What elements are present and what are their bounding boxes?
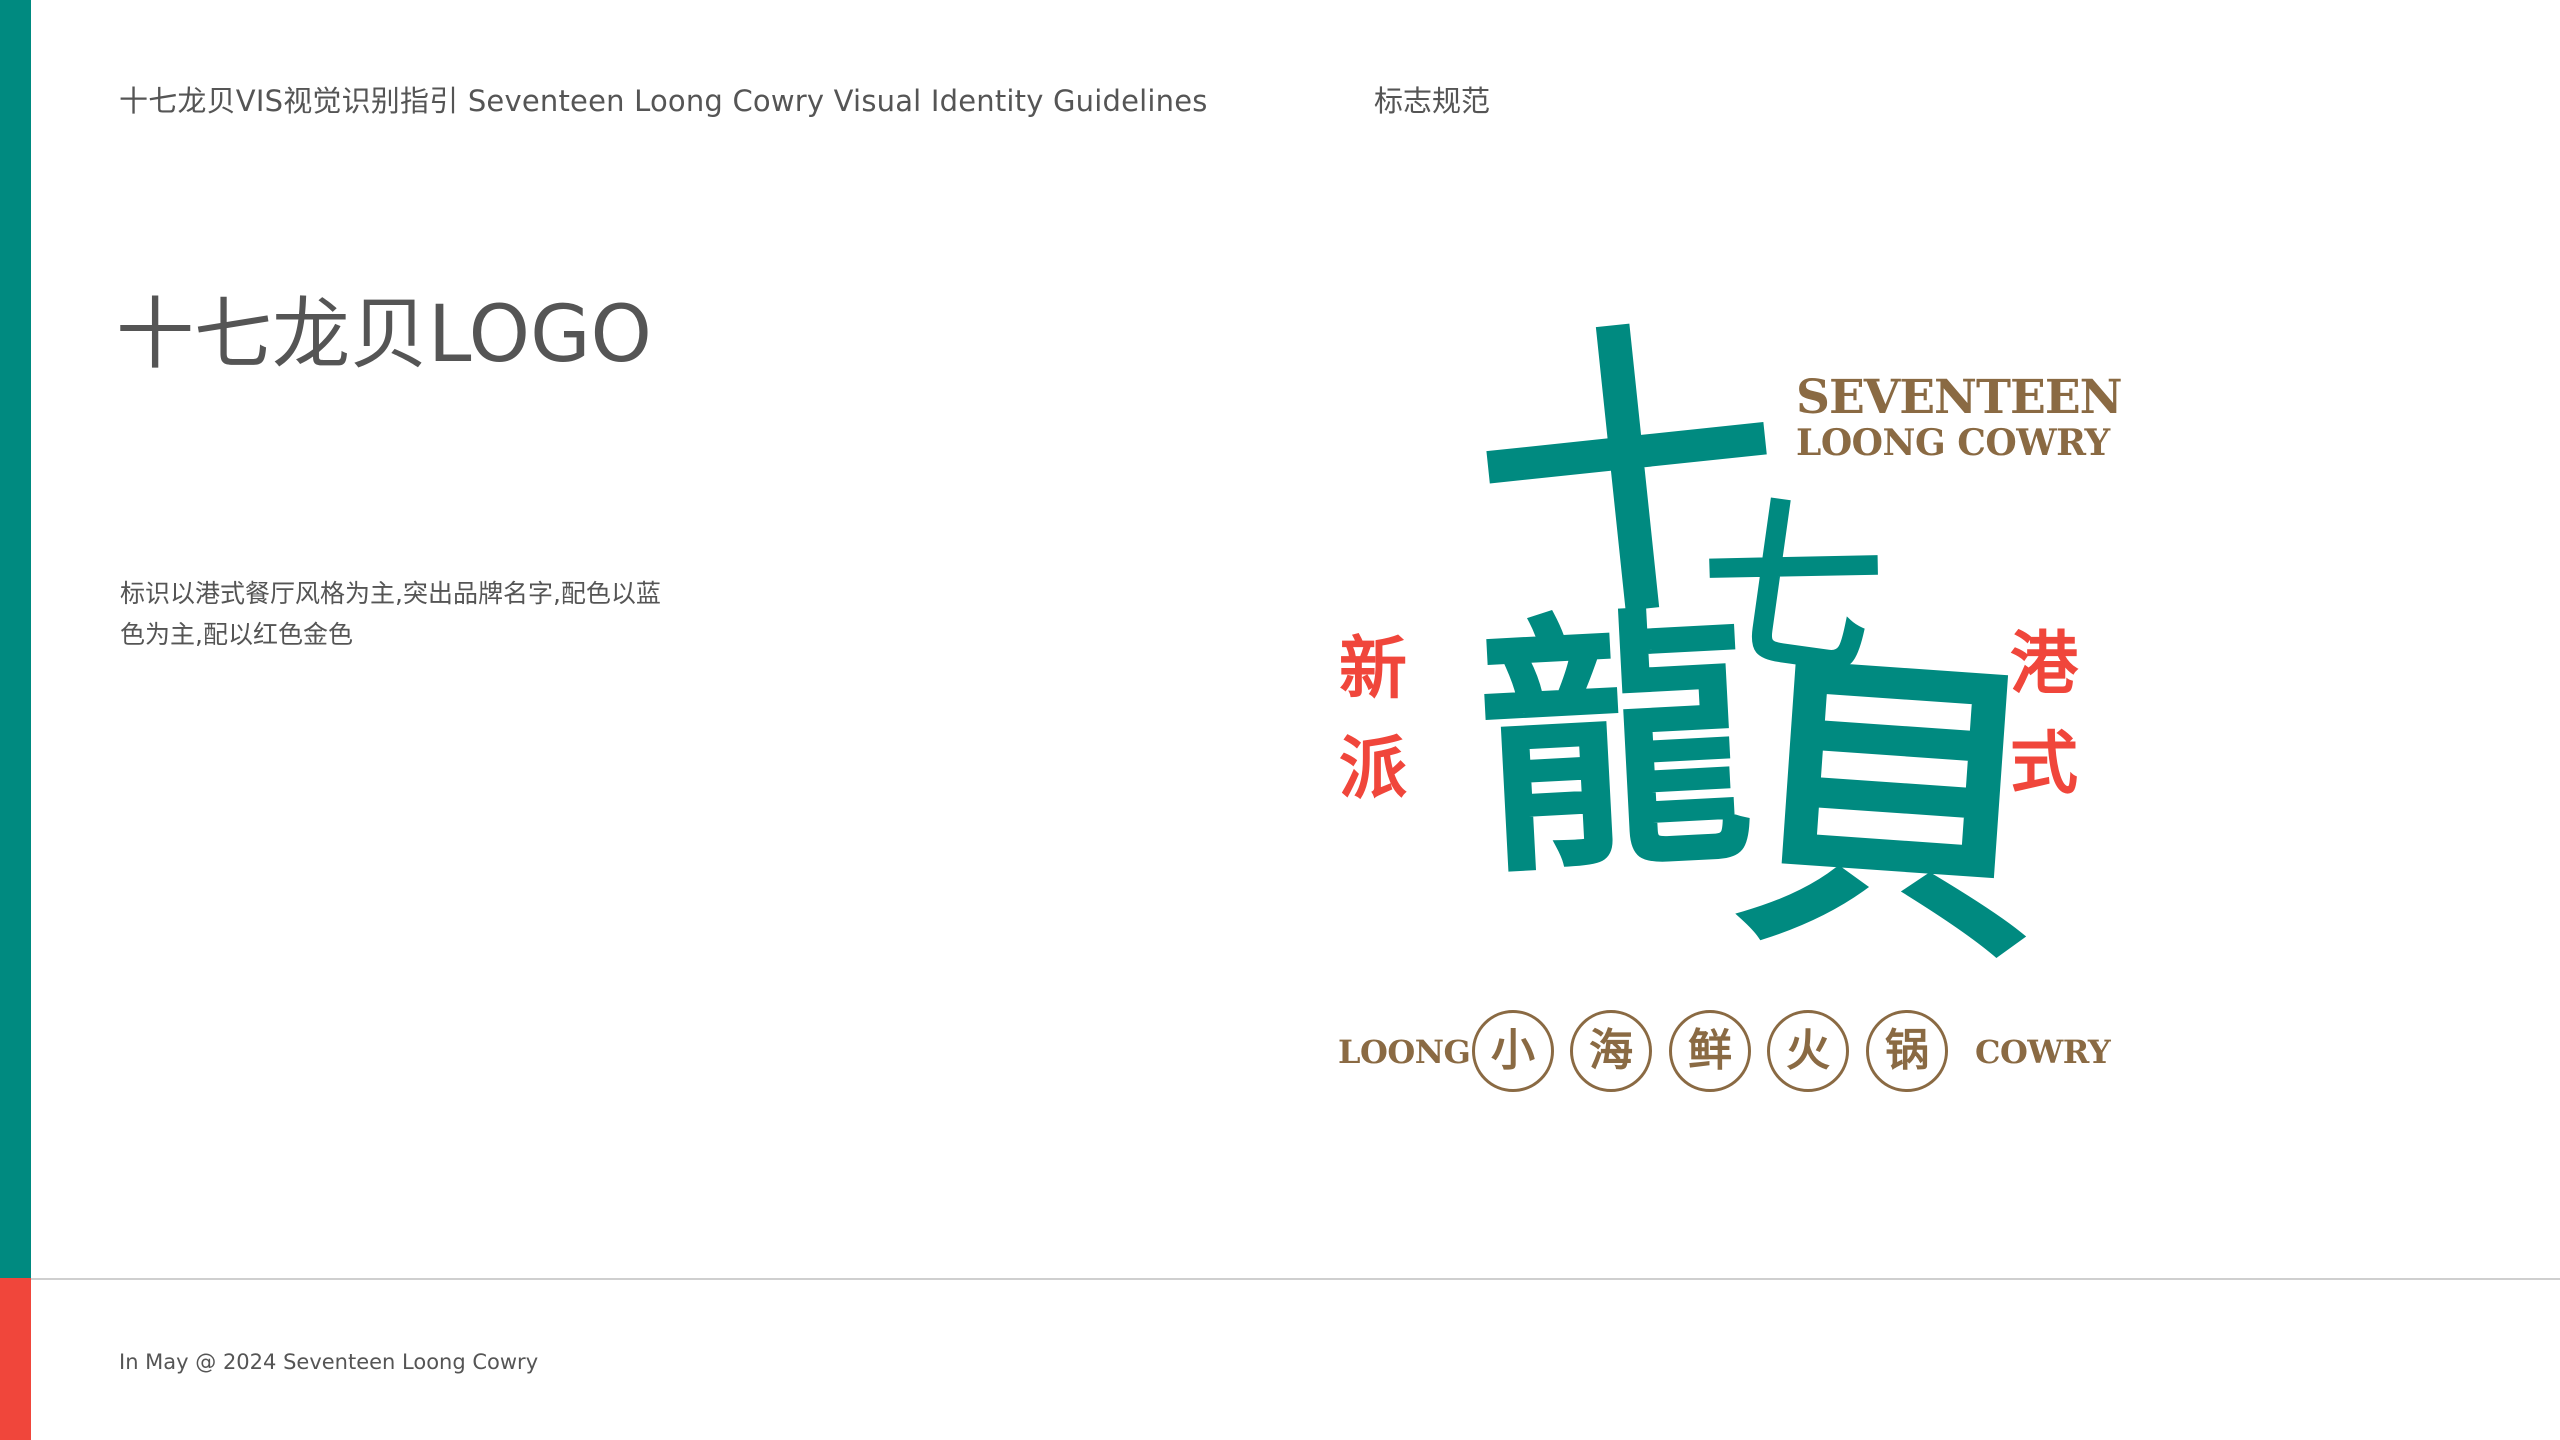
tagline-circle-char-1: 小 — [1472, 1010, 1554, 1092]
logo-right-char-2: 式 — [2010, 724, 2079, 804]
tagline-circle-char-2: 海 — [1570, 1010, 1652, 1092]
logo-left-char-2: 派 — [1339, 729, 1408, 809]
footer-copyright: In May @ 2024 Seventeen Loong Cowry — [119, 1350, 539, 1374]
logo-left-char-1: 新 — [1339, 629, 1408, 709]
logo-right-char-1: 港 — [2010, 624, 2079, 704]
side-accent-bar-red — [0, 1278, 31, 1440]
tagline-circle-char-3: 鲜 — [1669, 1010, 1751, 1092]
logo-tagline: LOONG 小 海 鲜 火 锅 COWRY — [1330, 1010, 2111, 1100]
brand-logo: 十 七 龍 貝 SEVENTEEN LOONG COWRY 新 派 港 式 LO… — [1330, 284, 2123, 1110]
logo-english-line-1: SEVENTEEN — [1796, 370, 2123, 425]
tagline-english-left: LOONG — [1338, 1033, 1471, 1071]
tagline-circle-char-4: 火 — [1767, 1010, 1849, 1092]
page-title: 十七龙贝LOGO — [116, 290, 652, 380]
section-label: 标志规范 — [1374, 84, 1491, 118]
footer-divider — [31, 1278, 2560, 1280]
tagline-circle-char-5: 锅 — [1866, 1010, 1948, 1092]
logo-english-line-2: LOONG COWRY — [1796, 422, 2110, 464]
document-header-title: 十七龙贝VIS视觉识别指引 Seventeen Loong Cowry Visu… — [119, 84, 1208, 118]
tagline-english-right: COWRY — [1975, 1033, 2111, 1071]
side-accent-bar-teal — [0, 0, 31, 1278]
logo-char-long: 龍 — [1471, 579, 1759, 911]
logo-description: 标识以港式餐厅风格为主,突出品牌名字,配色以蓝色为主,配以红色金色 — [120, 579, 661, 649]
logo-char-bei: 貝 — [1722, 617, 2058, 1003]
